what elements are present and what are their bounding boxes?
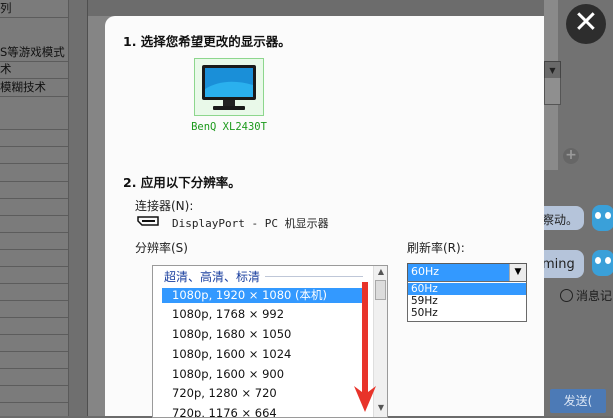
refresh-rate-dropdown[interactable]: 60Hz 59Hz 50Hz — [407, 281, 527, 322]
display-resolution-dialog: 1. 选择您希望更改的显示器。 BenQ XL2430T 2. 应用以下分辨率。… — [105, 16, 544, 418]
refresh-rate-option[interactable]: 59Hz — [408, 295, 526, 307]
resolution-group-header: 超清、高清、标清 — [164, 270, 261, 284]
resolution-label: 分辨率(S) — [135, 241, 188, 255]
monitor-name: BenQ XL2430T — [191, 121, 267, 133]
resolution-option[interactable]: 1080p, 1600 × 900 — [162, 367, 367, 382]
refresh-rate-label: 刷新率(R): — [407, 241, 465, 255]
scroll-up-icon[interactable]: ▲ — [374, 266, 387, 278]
background-sidebar-row — [0, 334, 68, 352]
background-sidebar-row — [0, 283, 68, 301]
background-sidebar-row — [0, 317, 68, 335]
panel-header — [88, 0, 544, 16]
step2-title: 2. 应用以下分辨率。 — [123, 175, 241, 190]
background-sidebar-row — [0, 300, 68, 318]
background-sidebar-row — [0, 146, 68, 164]
send-button[interactable]: 发送( — [550, 389, 606, 413]
background-sidebar-item: S等游戏模式 — [0, 44, 68, 62]
step1-title: 1. 选择您希望更改的显示器。 — [123, 34, 291, 49]
background-sidebar-row — [0, 351, 68, 369]
settings-panel: 1. 选择您希望更改的显示器。 BenQ XL2430T 2. 应用以下分辨率。… — [88, 0, 544, 418]
refresh-rate-option[interactable]: 50Hz — [408, 307, 526, 319]
zoom-in-icon: + — [563, 148, 579, 164]
resolution-option[interactable]: 720p, 1280 × 720 — [162, 386, 367, 401]
background-sidebar-row — [0, 181, 68, 199]
mascot-avatar-icon — [592, 205, 613, 231]
mascot-avatar-icon — [592, 250, 613, 276]
background-sidebar-item: 术 — [0, 61, 68, 79]
chat-bubble-text: ming — [542, 257, 575, 272]
background-dropdown-list — [544, 78, 561, 105]
monitor-icon — [202, 65, 256, 110]
background-sidebar-row — [0, 112, 68, 130]
connector-value: DisplayPort - PC 机显示器 — [172, 217, 329, 230]
message-history-label: 消息记 — [576, 289, 613, 303]
resolution-option[interactable]: 1080p, 1680 × 1050 — [162, 327, 367, 342]
background-sidebar-row — [0, 368, 68, 386]
displayport-icon — [137, 216, 159, 226]
background-sidebar-row — [0, 129, 68, 147]
background-sidebar-item: 列 — [0, 0, 68, 18]
resolution-option[interactable]: 720p, 1176 × 664 — [162, 406, 367, 417]
background-sidebar-row — [0, 198, 68, 216]
message-history-link[interactable]: 消息记 — [560, 287, 612, 304]
background-sidebar-row — [0, 266, 68, 284]
background-sidebar-row — [0, 215, 68, 233]
chat-bubble-text: 察动。 — [542, 213, 579, 227]
background-sidebar-row — [0, 164, 68, 182]
background-sidebar: 列 S等游戏模式 术 模糊技术 — [0, 0, 69, 416]
refresh-rate-select[interactable]: 60Hz ▼ — [407, 263, 527, 282]
monitor-tile[interactable] — [194, 58, 264, 116]
background-sidebar-row — [0, 249, 68, 267]
resolution-option[interactable]: 1080p, 1920 × 1080 (本机) — [162, 288, 367, 303]
group-divider — [265, 276, 363, 277]
background-sidebar-row — [0, 232, 68, 250]
refresh-rate-option[interactable]: 60Hz — [408, 283, 526, 295]
resolution-option[interactable]: 1080p, 1768 × 992 — [162, 307, 367, 322]
close-icon[interactable]: ✕ — [566, 4, 606, 44]
resolution-option[interactable]: 1080p, 1600 × 1024 — [162, 347, 367, 362]
red-down-arrow-icon — [354, 282, 376, 412]
background-sidebar-item: 模糊技术 — [0, 79, 68, 97]
connector-label: 连接器(N): — [135, 199, 194, 213]
refresh-rate-selected: 60Hz — [411, 265, 440, 278]
background-divider — [69, 0, 88, 416]
chevron-down-icon[interactable]: ▼ — [509, 264, 526, 281]
background-sidebar-row — [0, 385, 68, 403]
clock-icon — [560, 289, 573, 302]
